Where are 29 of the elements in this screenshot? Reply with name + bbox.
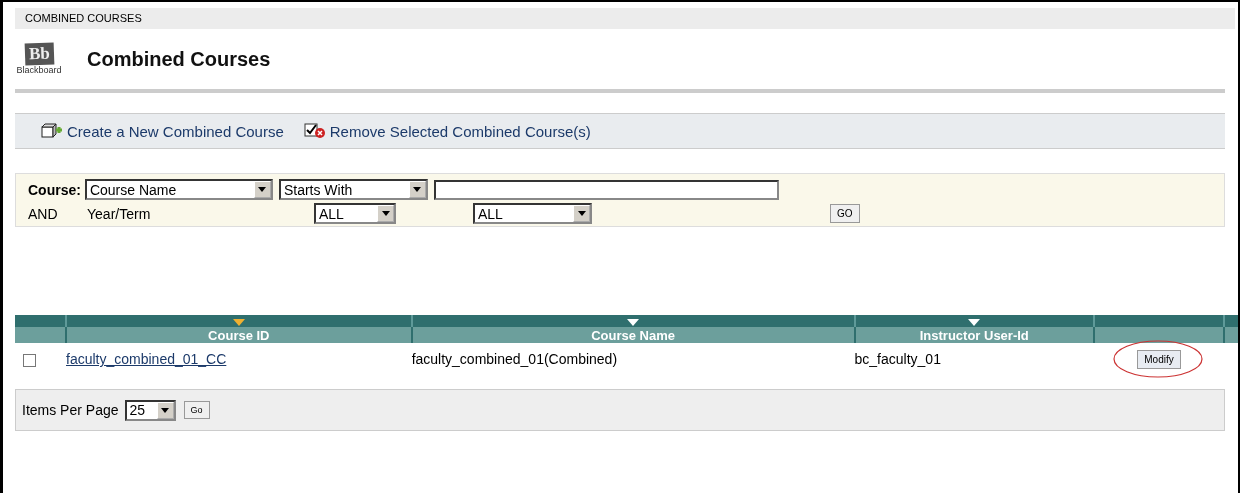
term-dropdown[interactable]: ALL [473,203,592,224]
dropdown-arrow-icon [413,187,422,192]
dropdown-arrow-icon [161,407,169,413]
table-cell: faculty_combined_01(Combined) [411,343,855,375]
breadcrumb: COMBINED COURSES [15,8,1235,29]
dropdown-arrow-icon [381,211,390,216]
go-button[interactable]: GO [830,204,860,223]
modify-button[interactable]: Modify [1137,349,1181,369]
table-cell: bc_faculty_01 [854,343,1094,375]
per-page-dropdown[interactable]: 25 [124,399,176,421]
action-link[interactable]: Remove Selected Combined Course(s) [303,122,591,140]
box-plus-icon [41,123,63,139]
action-link[interactable]: Create a New Combined Course [41,122,284,140]
operator-dropdown[interactable]: Starts With [278,179,428,200]
page-title: Combined Courses [87,47,271,71]
checkbox-delete-icon [303,123,326,139]
go-button[interactable]: Go [183,401,210,419]
field-dropdown[interactable]: Course Name [84,179,273,200]
course-label: Course: [28,181,81,198]
course-id-link[interactable]: faculty_combined_01_CC [66,351,227,367]
logo: Bb Blackboard [15,43,63,75]
items-per-page-label: Items Per Page [22,402,119,418]
dropdown-arrow-icon [258,187,267,192]
year-dropdown[interactable]: ALL [314,203,396,224]
row-checkbox[interactable] [23,353,36,367]
and-label: AND [28,205,59,222]
year-term-label: Year/Term [87,205,152,222]
dropdown-arrow-icon [577,211,586,216]
search-field[interactable] [433,179,779,200]
